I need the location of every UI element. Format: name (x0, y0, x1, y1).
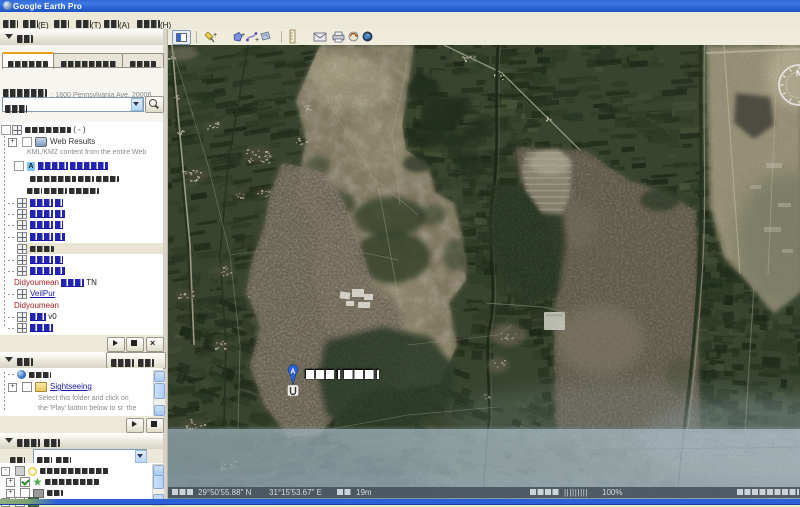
svg-text:+: + (241, 32, 245, 39)
svg-text:A: A (290, 369, 295, 376)
svg-text:+: + (213, 32, 217, 39)
svg-text:+: + (255, 37, 259, 44)
svg-text:N: N (796, 69, 800, 78)
